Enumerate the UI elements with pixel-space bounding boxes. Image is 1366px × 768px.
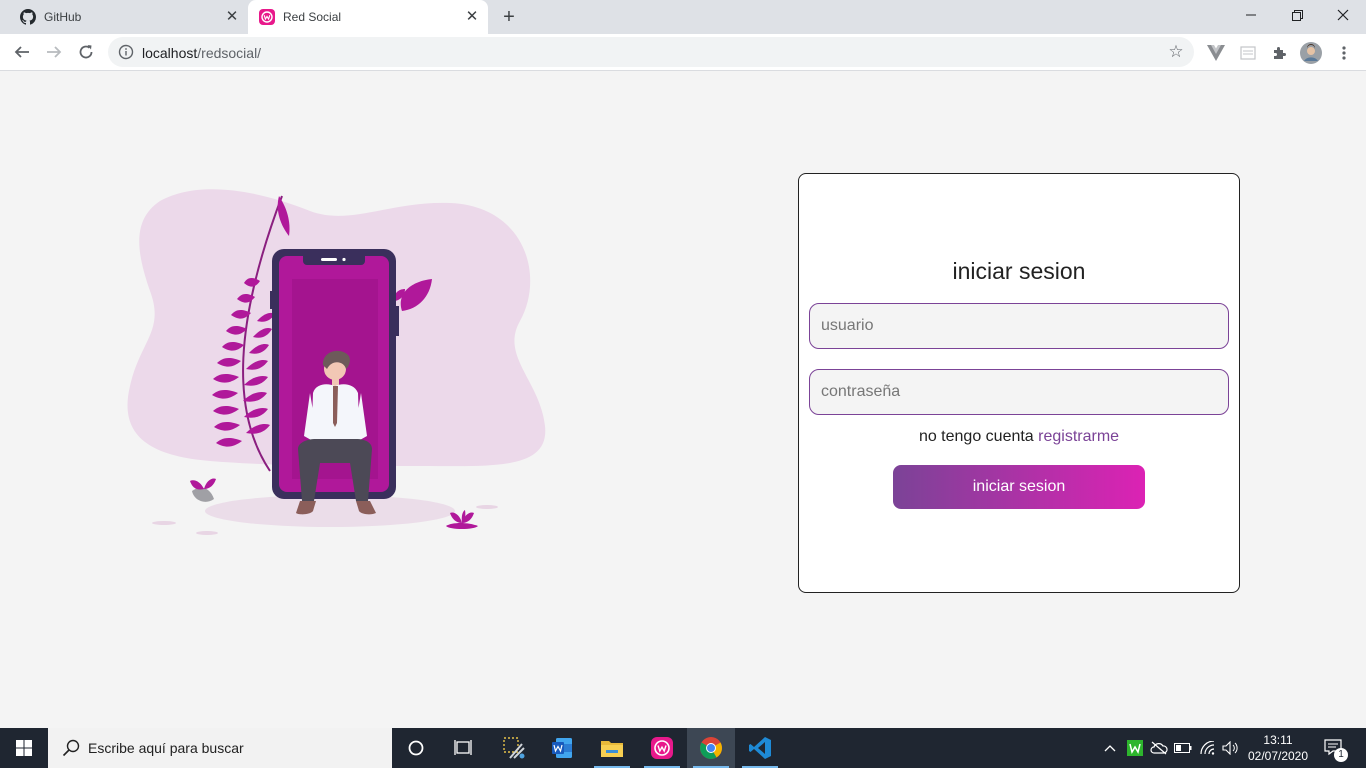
tab-title: Red Social [283, 10, 342, 24]
login-button[interactable]: iniciar sesion [893, 465, 1145, 509]
address-bar[interactable]: localhost/redsocial/ ☆ [108, 37, 1194, 67]
close-icon[interactable]: ✕ [464, 9, 480, 25]
minimize-icon[interactable] [1228, 0, 1274, 30]
reload-icon[interactable] [74, 40, 98, 64]
no-account-text: no tengo cuenta [918, 428, 1034, 445]
word-icon[interactable] [538, 728, 586, 768]
browser-toolbar: localhost/redsocial/ ☆ [0, 34, 1366, 71]
kebab-menu-icon[interactable] [1333, 42, 1355, 64]
taskbar-search-box[interactable]: Escribe aquí para buscar [48, 728, 392, 768]
chrome-icon[interactable] [687, 728, 735, 768]
restore-icon[interactable] [1274, 0, 1320, 30]
tab-strip: GitHub ✕ Red Social ✕ + [0, 0, 1366, 34]
register-link[interactable]: registrarme [1038, 428, 1119, 445]
search-placeholder: Escribe aquí para buscar [88, 740, 244, 756]
cortana-icon[interactable] [392, 728, 440, 768]
url-host: localhost [142, 45, 198, 61]
password-input[interactable] [809, 369, 1229, 415]
url-text: localhost/redsocial/ [142, 45, 261, 61]
wamp-tray-icon[interactable] [1124, 728, 1146, 768]
clock-date: 02/07/2020 [1247, 749, 1309, 763]
volume-icon[interactable] [1220, 728, 1242, 768]
wamp-icon [259, 9, 275, 25]
hero-illustration [120, 181, 560, 551]
wifi-icon[interactable] [1197, 728, 1219, 768]
taskbar-clock[interactable]: 13:11 02/07/2020 [1244, 732, 1312, 764]
page-content: iniciar sesion no tengo cuenta registrar… [0, 71, 1366, 728]
vscode-icon[interactable] [736, 728, 784, 768]
close-icon[interactable]: ✕ [224, 9, 240, 25]
clock-time: 13:11 [1263, 733, 1293, 747]
bookmark-star-icon[interactable]: ☆ [1166, 42, 1186, 62]
task-view-icon[interactable] [440, 728, 488, 768]
username-input[interactable] [809, 303, 1229, 349]
snipping-tool-icon[interactable] [490, 728, 538, 768]
login-title: iniciar sesion [952, 258, 1086, 284]
battery-icon[interactable] [1172, 728, 1194, 768]
back-icon[interactable] [10, 40, 34, 64]
github-icon [20, 9, 36, 25]
info-icon[interactable] [118, 44, 134, 60]
tab-github[interactable]: GitHub ✕ [0, 0, 248, 34]
tab-title: GitHub [44, 10, 82, 24]
profile-avatar[interactable] [1300, 42, 1322, 64]
chevron-up-icon[interactable] [1100, 728, 1120, 768]
extension-icon[interactable] [1237, 42, 1259, 64]
url-path: /redsocial/ [197, 45, 262, 61]
extensions-puzzle-icon[interactable] [1269, 42, 1291, 64]
file-explorer-icon[interactable] [588, 728, 636, 768]
login-card: iniciar sesion no tengo cuenta registrar… [798, 173, 1240, 593]
taskbar: Escribe aquí para buscar 13:11 02/07/202… [0, 728, 1366, 768]
vue-devtools-icon[interactable] [1205, 42, 1227, 64]
search-icon [62, 739, 80, 757]
forward-icon[interactable] [42, 40, 66, 64]
notification-badge: 1 [1334, 748, 1348, 762]
tab-red-social[interactable]: Red Social ✕ [248, 0, 488, 34]
wampserver-icon[interactable] [638, 728, 686, 768]
notifications-icon[interactable]: 1 [1322, 728, 1348, 768]
onedrive-icon[interactable] [1148, 728, 1170, 768]
windows-start-icon[interactable] [0, 728, 48, 768]
register-row: no tengo cuenta registrarme [799, 428, 1239, 446]
new-tab-button[interactable]: + [498, 6, 520, 28]
close-window-icon[interactable] [1320, 0, 1366, 30]
